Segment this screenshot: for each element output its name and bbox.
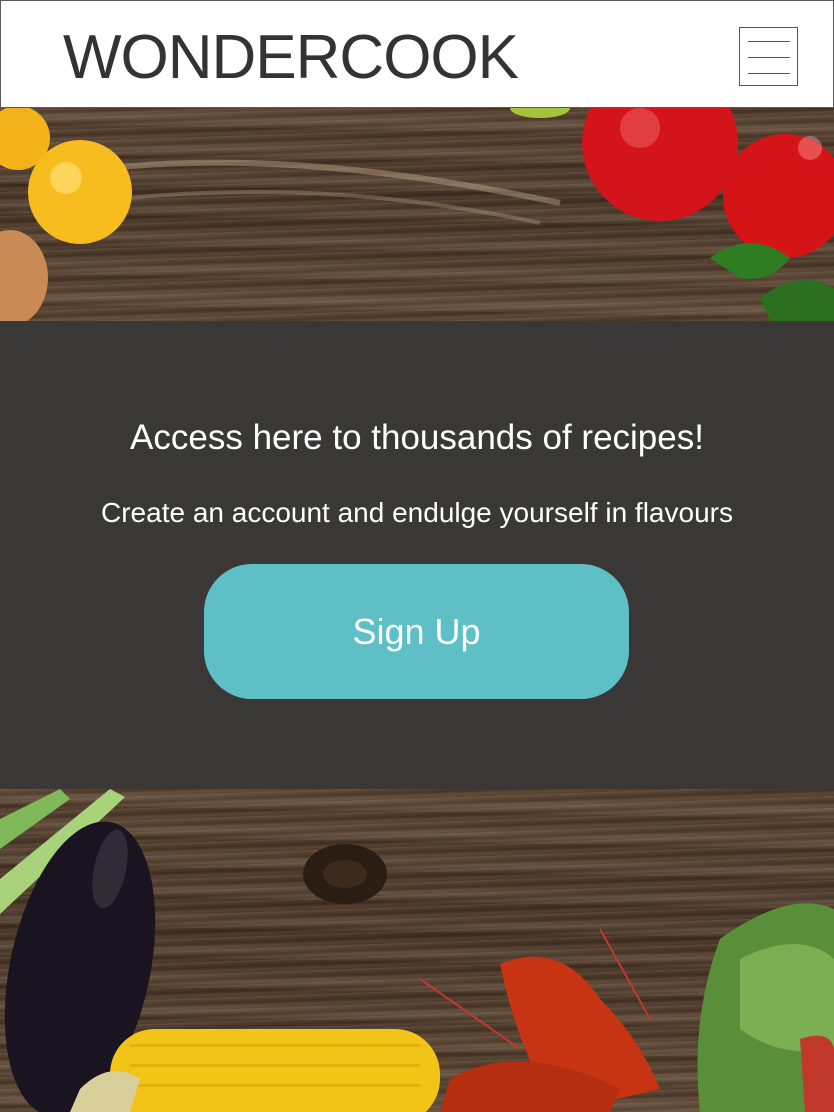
- hamburger-menu-button[interactable]: [739, 27, 798, 86]
- food-illustration-top: [0, 108, 834, 321]
- brand-logo[interactable]: WONDERCOOK: [63, 23, 519, 93]
- hero-image-top: [0, 108, 834, 321]
- sign-up-button[interactable]: Sign Up: [204, 564, 629, 699]
- food-illustration-bottom: [0, 789, 834, 1112]
- signup-section: [0, 321, 834, 789]
- hero-image-bottom: [0, 789, 834, 1112]
- signup-subline: Create an account and endulge yourself i…: [101, 497, 733, 528]
- top-header: WONDERCOOK: [0, 0, 834, 108]
- signup-headline: Access here to thousands of recipes!: [130, 418, 704, 457]
